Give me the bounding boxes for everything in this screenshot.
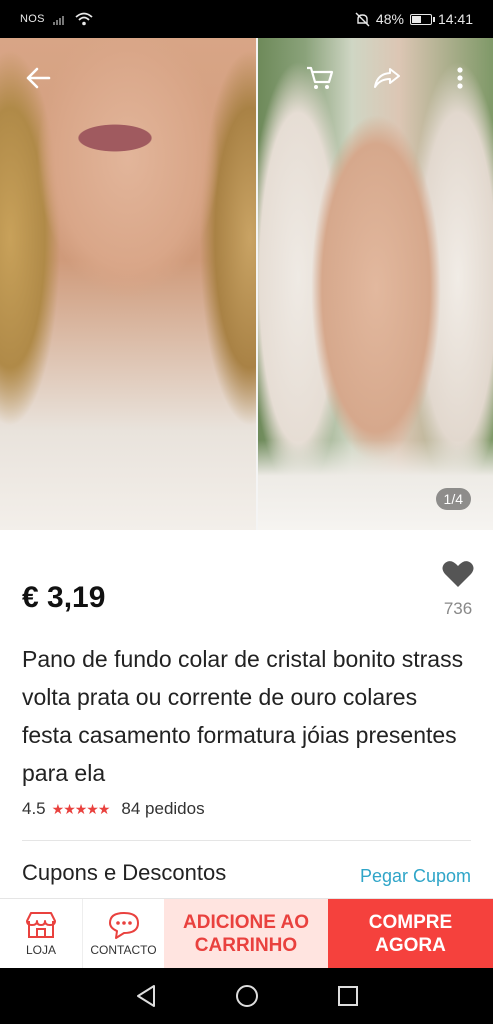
favorite-button[interactable]: 736: [436, 560, 480, 619]
store-label: LOJA: [25, 942, 56, 957]
coupons-title: Cupons e Descontos: [22, 860, 227, 885]
share-icon: [374, 68, 400, 88]
product-image-gallery[interactable]: 1/4: [0, 38, 493, 530]
store-button[interactable]: LOJA: [0, 899, 82, 968]
get-coupon-link[interactable]: Pegar Cupom: [360, 866, 471, 887]
signal-icon: [52, 15, 64, 25]
more-vertical-icon: [457, 67, 463, 89]
product-photo-back: [258, 38, 493, 530]
product-photo-front: [0, 38, 256, 530]
mute-bell-icon: [355, 12, 370, 26]
nav-back-button[interactable]: [131, 981, 161, 1011]
add-to-cart-label-line1: ADICIONE AO: [183, 911, 309, 933]
page-indicator: 1/4: [435, 488, 471, 510]
contact-label: CONTACTO: [90, 942, 157, 957]
contact-button[interactable]: CONTACTO: [82, 899, 164, 968]
favorites-count: 736: [443, 599, 473, 618]
status-bar: NOS 48% 14:41: [0, 0, 493, 38]
product-title: Pano de fundo colar de cristal bonito st…: [22, 646, 464, 786]
battery-percent: 48%: [375, 11, 404, 27]
store-icon: [26, 911, 56, 938]
nav-recents-button[interactable]: [333, 981, 363, 1011]
circle-home-icon: [235, 985, 258, 1007]
more-options-button[interactable]: [440, 60, 480, 96]
back-button[interactable]: [18, 60, 58, 96]
nav-home-button[interactable]: [232, 981, 262, 1011]
share-button[interactable]: [367, 60, 407, 96]
buy-now-label-line1: COMPRE: [368, 911, 453, 933]
rating-stars: ★★★★★: [51, 800, 111, 817]
wifi-icon: [75, 12, 93, 26]
section-divider: [22, 840, 471, 841]
orders-count: 84 pedidos: [121, 799, 205, 818]
product-price: € 3,19: [22, 581, 106, 614]
clock: 14:41: [437, 11, 473, 27]
chat-icon: [108, 911, 139, 939]
cart-button[interactable]: [300, 60, 340, 96]
heart-icon: [442, 561, 474, 587]
buy-now-button[interactable]: COMPRE AGORA: [328, 899, 493, 968]
square-recents-icon: [337, 986, 358, 1006]
rating-value: 4.5: [22, 799, 46, 818]
cart-icon: [307, 66, 334, 89]
add-to-cart-label-line2: CARRINHO: [194, 934, 298, 956]
buy-now-label-line2: AGORA: [375, 934, 446, 956]
add-to-cart-button[interactable]: ADICIONE AO CARRINHO: [164, 899, 328, 968]
carrier-label: NOS: [20, 13, 45, 25]
back-arrow-icon: [26, 67, 51, 89]
system-navigation-bar: [0, 968, 493, 1024]
triangle-back-icon: [136, 985, 155, 1007]
rating-row[interactable]: 4.5 ★★★★★ 84 pedidos: [22, 799, 205, 819]
battery-icon: [409, 13, 435, 25]
bottom-action-bar: LOJA CONTACTO ADICIONE AO CARRINHO COMPR…: [0, 898, 493, 968]
